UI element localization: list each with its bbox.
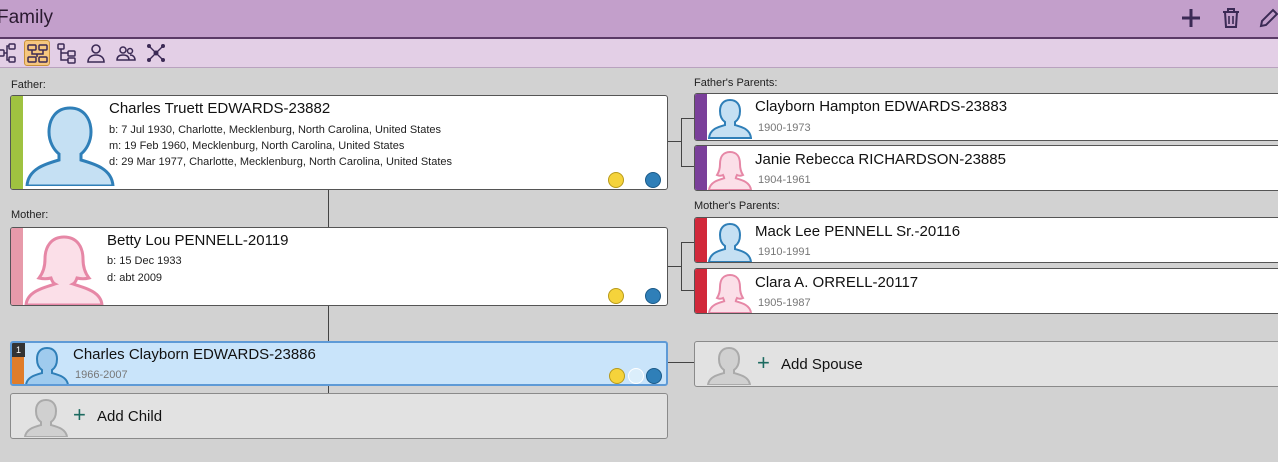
father-card[interactable]: Charles Truett EDWARDS-23882 b: 7 Jul 19… — [10, 95, 668, 190]
hint-lightbulb-icon[interactable] — [608, 172, 624, 188]
individual-view-icon[interactable] — [83, 40, 109, 66]
father-mother-connector — [328, 189, 329, 227]
tree-hint-icon[interactable] — [645, 172, 661, 188]
add-spouse-label: Add Spouse — [781, 356, 863, 373]
father-name[interactable]: Charles Truett EDWARDS-23882 — [109, 100, 330, 117]
network-view-icon[interactable] — [143, 40, 169, 66]
lineage-bar — [695, 146, 707, 190]
mother-parents-connector — [667, 266, 681, 267]
mother-parents-bracket-top — [681, 242, 695, 243]
edit-icon[interactable] — [1257, 6, 1278, 30]
paternal-grandfather-card[interactable]: Clayborn Hampton EDWARDS-23883 1900-1973 — [694, 93, 1278, 141]
maternal-grandfather-name[interactable]: Mack Lee PENNELL Sr.-20116 — [755, 223, 960, 240]
add-child-button[interactable]: + Add Child — [10, 393, 668, 439]
view-toolbar — [0, 39, 1278, 68]
maternal-grandfather-card[interactable]: Mack Lee PENNELL Sr.-20116 1910-1991 — [694, 217, 1278, 263]
child-name[interactable]: Charles Clayborn EDWARDS-23886 — [73, 346, 316, 363]
group-view-icon[interactable] — [113, 40, 139, 66]
child-spouse-connector — [667, 362, 694, 363]
maternal-grandmother-card[interactable]: Clara A. ORRELL-20117 1905-1987 — [694, 268, 1278, 314]
paternal-grandmother-dates: 1904-1961 — [758, 174, 811, 186]
father-parents-bracket-bottom — [681, 166, 695, 167]
placeholder-person-icon — [24, 398, 68, 437]
gender-bar — [11, 96, 23, 189]
lineage-bar — [695, 94, 707, 140]
father-section-label: Father: — [11, 79, 46, 91]
pedigree-view-icon[interactable] — [0, 40, 20, 66]
mother-parents-bracket-bottom — [681, 290, 695, 291]
family-view-icon[interactable] — [24, 40, 50, 66]
mother-parents-bracket — [681, 242, 682, 290]
mother-name[interactable]: Betty Lou PENNELL-20119 — [107, 232, 289, 249]
plus-icon: + — [73, 402, 86, 427]
child-card[interactable]: 1 Charles Clayborn EDWARDS-23886 1966-20… — [10, 341, 668, 386]
gender-bar — [11, 228, 23, 305]
lineage-bar — [695, 218, 707, 262]
paternal-grandfather-name[interactable]: Clayborn Hampton EDWARDS-23883 — [755, 98, 1007, 115]
hint-lightbulb-icon[interactable] — [608, 288, 624, 304]
mother-death: d: abt 2009 — [107, 272, 163, 284]
female-avatar-icon — [708, 273, 752, 313]
maternal-grandmother-dates: 1905-1987 — [758, 297, 811, 309]
fathers-parents-label: Father's Parents: — [694, 77, 778, 89]
parents-child-connector — [328, 305, 329, 342]
add-icon[interactable] — [1179, 6, 1203, 30]
male-avatar-icon — [25, 106, 115, 186]
title-bar: Family — [0, 0, 1278, 39]
child-index-badge: 1 — [12, 343, 25, 357]
mother-card[interactable]: Betty Lou PENNELL-20119 b: 15 Dec 1933 d… — [10, 227, 668, 306]
child-dates: 1966-2007 — [75, 369, 128, 381]
father-parents-bracket — [681, 118, 682, 166]
gender-bar — [12, 357, 24, 384]
empty-status-icon — [628, 368, 644, 384]
father-parents-bracket-top — [681, 118, 695, 119]
tree-hint-icon[interactable] — [645, 288, 661, 304]
father-marriage: m: 19 Feb 1960, Mecklenburg, North Carol… — [109, 140, 405, 152]
maternal-grandmother-name[interactable]: Clara A. ORRELL-20117 — [755, 274, 918, 291]
add-child-label: Add Child — [97, 408, 163, 425]
father-parents-connector — [667, 141, 681, 142]
mothers-parents-label: Mother's Parents: — [694, 200, 780, 212]
lineage-bar — [695, 269, 707, 313]
plus-icon: + — [757, 350, 770, 375]
trash-icon[interactable] — [1219, 6, 1243, 30]
father-death: d: 29 Mar 1977, Charlotte, Mecklenburg, … — [109, 156, 453, 168]
placeholder-person-icon — [707, 346, 751, 385]
paternal-grandfather-dates: 1900-1973 — [758, 122, 811, 134]
female-avatar-icon — [24, 235, 104, 305]
paternal-grandmother-card[interactable]: Janie Rebecca RICHARDSON-23885 1904-1961 — [694, 145, 1278, 191]
hint-lightbulb-icon[interactable] — [609, 368, 625, 384]
tree-hint-icon[interactable] — [646, 368, 662, 384]
descendants-view-icon[interactable] — [54, 40, 80, 66]
mother-birth: b: 15 Dec 1933 — [107, 255, 182, 267]
female-avatar-icon — [708, 150, 752, 190]
add-spouse-button[interactable]: + Add Spouse — [694, 341, 1278, 387]
male-avatar-icon — [708, 222, 752, 262]
paternal-grandmother-name[interactable]: Janie Rebecca RICHARDSON-23885 — [755, 151, 1006, 168]
father-birth: b: 7 Jul 1930, Charlotte, Mecklenburg, N… — [109, 124, 442, 136]
male-avatar-icon — [708, 98, 752, 139]
male-avatar-icon — [25, 346, 69, 384]
mother-section-label: Mother: — [11, 209, 49, 221]
window-title: Family — [0, 7, 53, 28]
maternal-grandfather-dates: 1910-1991 — [758, 246, 811, 258]
